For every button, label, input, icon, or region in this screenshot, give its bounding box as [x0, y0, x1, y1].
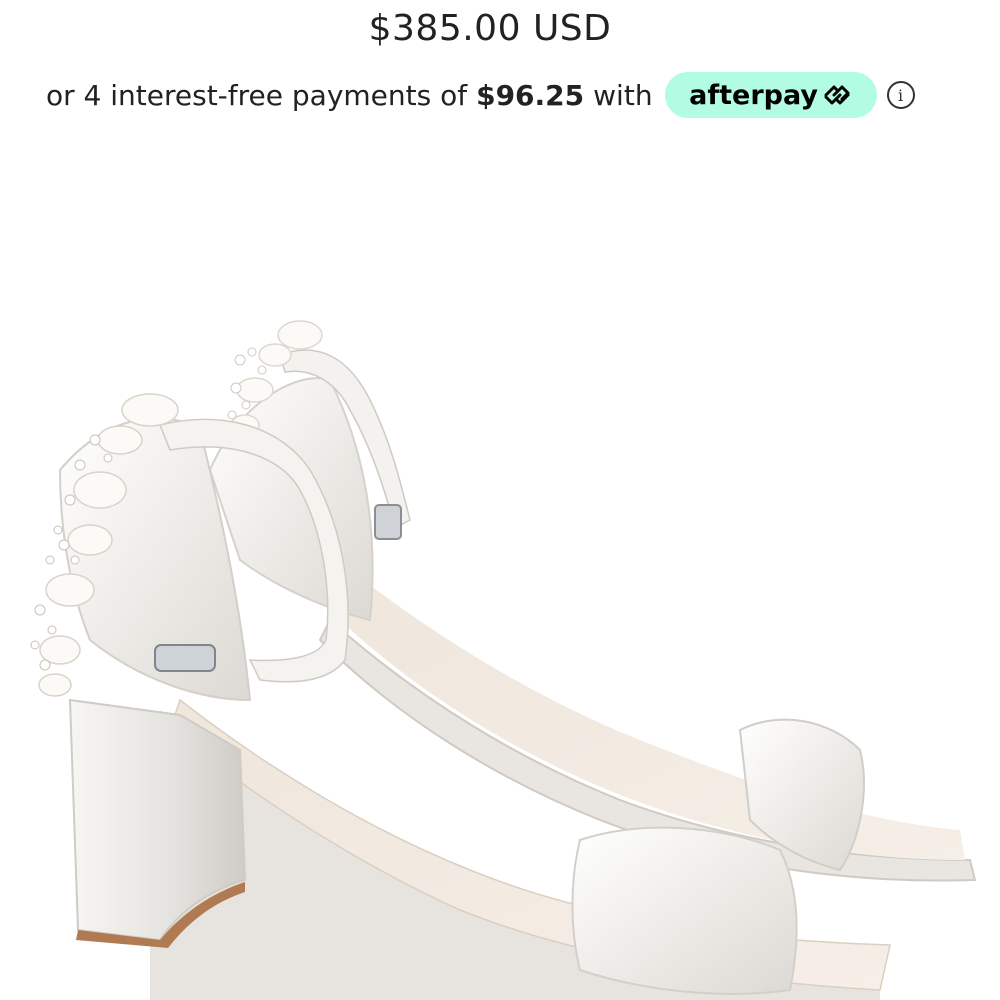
product-image [30, 320, 977, 1000]
installment-suffix: with [593, 78, 653, 112]
afterpay-logo-text: afterpay [689, 79, 818, 111]
afterpay-arrows-icon [824, 85, 850, 105]
installment-prefix: or 4 interest-free payments of [46, 78, 468, 112]
afterpay-badge[interactable]: afterpay [664, 72, 877, 118]
product-page: $385.00 USD or 4 interest-free payments … [0, 0, 1000, 1000]
product-price: $385.00 USD [368, 8, 612, 49]
back-sandal [208, 320, 977, 882]
info-icon[interactable]: i [886, 81, 915, 109]
installment-offer: or 4 interest-free payments of $96.25 wi… [46, 70, 915, 120]
installment-amount: $96.25 [476, 78, 585, 112]
